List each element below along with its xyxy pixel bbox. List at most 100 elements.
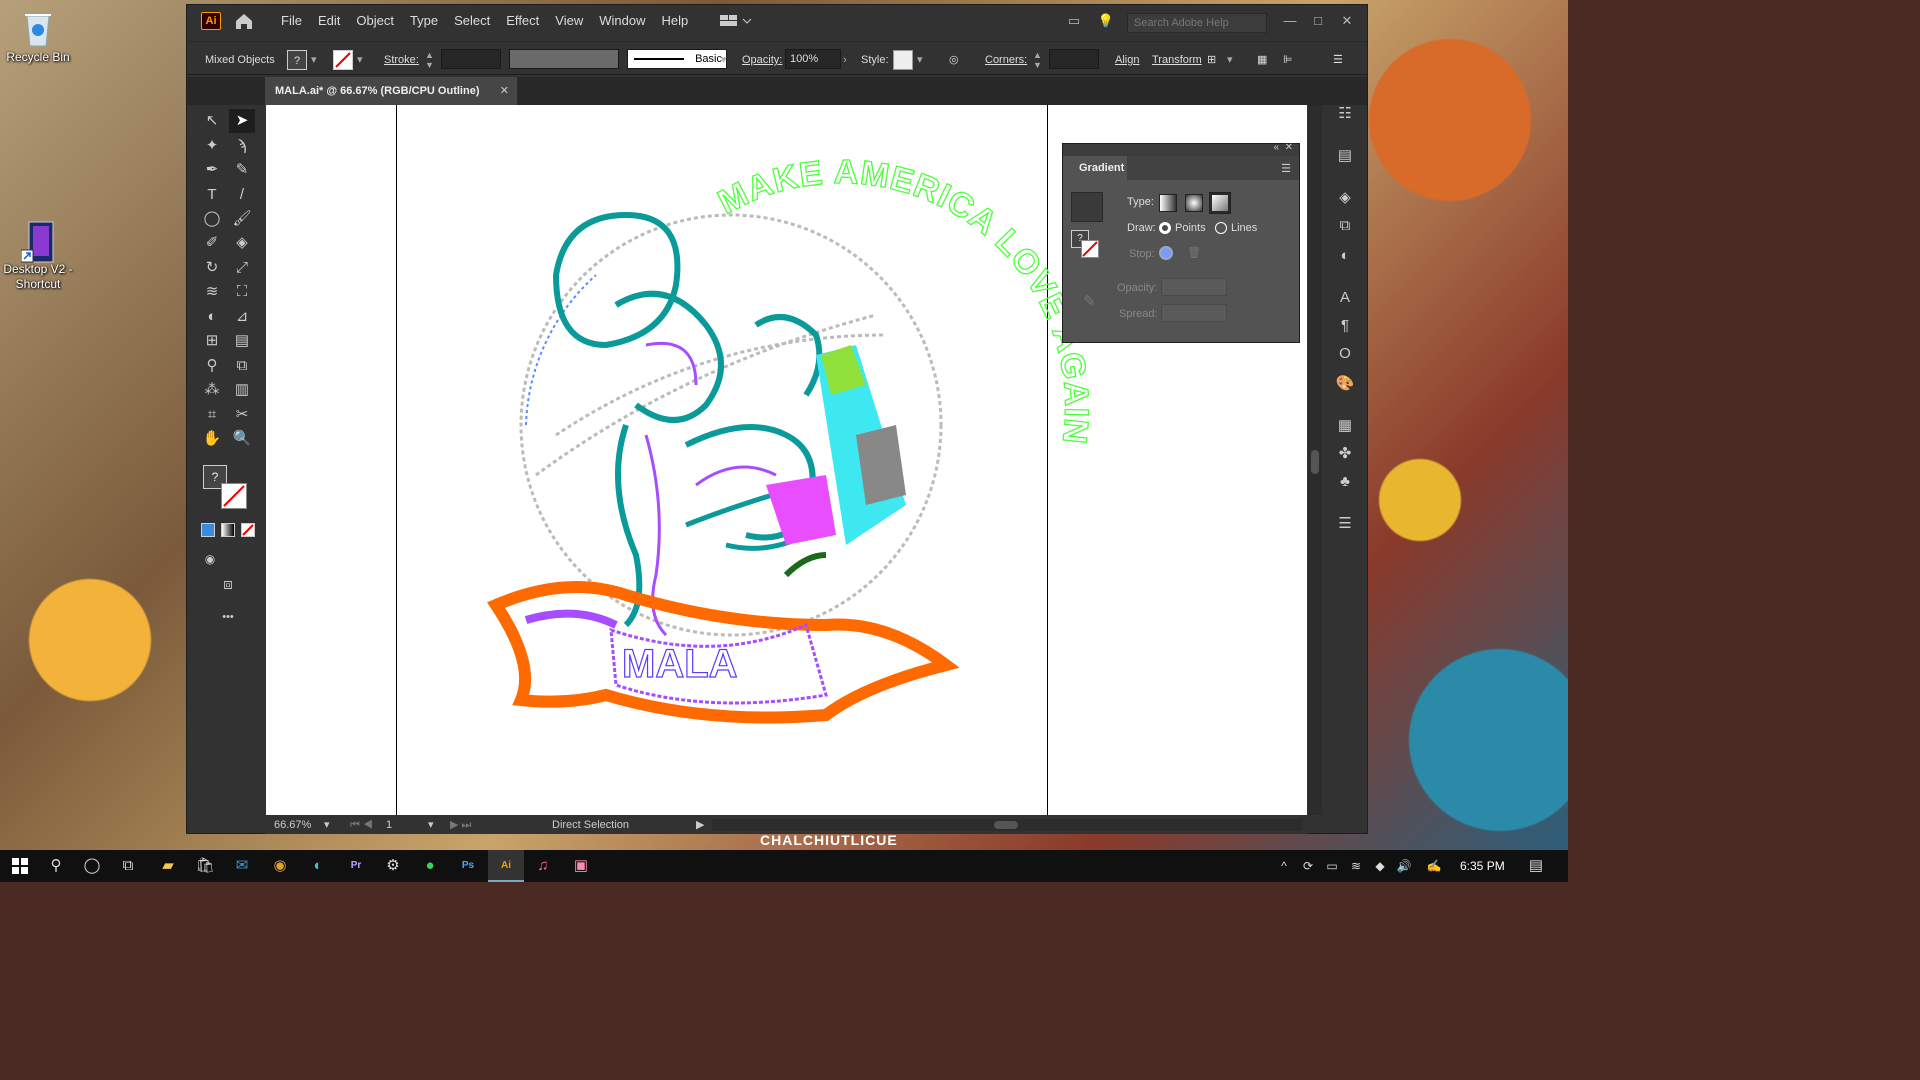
task-view-icon[interactable]: ⧉ (110, 850, 146, 882)
paintbrush-tool-icon[interactable]: 🖌 (229, 207, 255, 231)
search-adobe-help-input[interactable]: Search Adobe Help (1127, 13, 1267, 33)
menu-select[interactable]: Select (446, 5, 498, 37)
windows-start-icon[interactable] (2, 850, 38, 882)
character-icon[interactable]: A (1334, 287, 1356, 309)
vertical-scrollbar[interactable] (1308, 105, 1322, 815)
stroke-weight-input[interactable] (441, 49, 501, 69)
menu-object[interactable]: Object (348, 5, 402, 37)
close-button[interactable]: ✕ (1332, 5, 1362, 37)
selection-tool-icon[interactable]: ↖ (199, 109, 225, 133)
warp-tool-icon[interactable]: ≋ (199, 280, 225, 304)
maximize-button[interactable]: □ (1303, 5, 1333, 37)
zoom-level[interactable]: 66.67% (274, 816, 311, 834)
fill-swatch[interactable]: ? (287, 50, 307, 70)
opacity-label[interactable]: Opacity: (742, 50, 782, 70)
freeform-gradient-button[interactable] (1209, 192, 1231, 214)
menu-type[interactable]: Type (402, 5, 446, 37)
mail-icon[interactable]: ✉ (224, 850, 260, 882)
align-panel-icon[interactable]: ▤ (1334, 145, 1356, 167)
scale-tool-icon[interactable]: ⤢ (229, 256, 255, 280)
eyedropper-tool-icon[interactable]: ⚲ (199, 354, 225, 378)
symbol-sprayer-tool-icon[interactable]: ⁂ (199, 378, 225, 402)
artboards-icon[interactable]: ⧉ (1334, 215, 1356, 237)
pen-tool-icon[interactable]: ✒ (199, 158, 225, 182)
distribute-icon[interactable]: ⊫ (1283, 50, 1293, 70)
artboard-nav-next-icon[interactable]: ▶ ⏭ (450, 816, 471, 834)
shaper-tool-icon[interactable]: ✐ (199, 231, 225, 255)
panel-menu-icon[interactable]: ☰ (1333, 50, 1343, 70)
brush-definition-dropdown[interactable]: Basic (627, 49, 727, 69)
radial-gradient-button[interactable] (1185, 194, 1203, 212)
panel-menu-icon[interactable]: ☰ (1334, 513, 1356, 535)
corners-label[interactable]: Corners: (985, 50, 1027, 70)
gradient-panel-tab[interactable]: Gradient (1063, 156, 1127, 180)
properties-icon[interactable]: ☷ (1334, 103, 1356, 125)
recolor-artwork-icon[interactable]: ◎ (949, 50, 959, 70)
linear-gradient-button[interactable] (1159, 194, 1177, 212)
chrome-icon[interactable]: ◉ (262, 850, 298, 882)
menu-view[interactable]: View (547, 5, 591, 37)
stroke-weight-stepper-icon[interactable]: ▲ ▼ (425, 50, 434, 70)
stroke-swatch[interactable] (333, 50, 353, 70)
layers-icon[interactable]: ◈ (1334, 187, 1356, 209)
tab-close-icon[interactable]: ✕ (500, 77, 509, 105)
links-icon[interactable]: ▦ (1334, 415, 1356, 437)
brushes-icon[interactable]: ✤ (1334, 443, 1356, 465)
chevron-down-icon[interactable]: ▾ (357, 50, 363, 70)
cortana-icon[interactable]: ◯ (74, 850, 110, 882)
stroke-color-box[interactable] (221, 483, 247, 509)
scroll-thumb[interactable] (994, 821, 1018, 829)
store-icon[interactable]: 🛍 (187, 850, 223, 882)
chevron-down-icon[interactable]: ▾ (428, 816, 434, 834)
lasso-tool-icon[interactable]: ϡ (229, 134, 255, 158)
gradient-preview-swatch[interactable] (1071, 192, 1103, 222)
chevron-down-icon[interactable]: ▾ (917, 50, 923, 70)
gradient-stroke-swatch[interactable] (1081, 240, 1099, 258)
itunes-icon[interactable]: ♫ (525, 850, 561, 882)
panel-options-icon[interactable]: ☰ (1281, 162, 1291, 175)
graphic-style-swatch[interactable] (893, 50, 913, 70)
discover-lightbulb-icon[interactable]: 💡 (1091, 5, 1121, 37)
menu-window[interactable]: Window (591, 5, 653, 37)
edit-toolbar-icon[interactable]: ••• (215, 605, 241, 629)
chevron-down-icon[interactable]: ▾ (324, 816, 330, 834)
document-tab[interactable]: MALA.ai* @ 66.67% (RGB/CPU Outline) ✕ (265, 77, 517, 105)
zoom-tool-icon[interactable]: 🔍 (229, 427, 255, 451)
gradient-mode-button[interactable] (221, 523, 235, 537)
illustrator-taskbar-icon[interactable]: Ai (488, 850, 524, 882)
column-graph-tool-icon[interactable]: ▥ (229, 378, 255, 402)
variable-width-profile[interactable] (509, 49, 619, 69)
none-mode-button[interactable] (241, 523, 255, 537)
perspective-grid-tool-icon[interactable]: ⊿ (229, 305, 255, 329)
gradient-tool-icon[interactable]: ▤ (229, 329, 255, 353)
stroke-label[interactable]: Stroke: (384, 50, 419, 70)
workspace-switcher-icon[interactable] (718, 11, 754, 31)
edge-icon[interactable]: ◐ (300, 850, 336, 882)
isolate-icon[interactable]: ⊞ (1207, 50, 1216, 70)
arrange-icon[interactable]: ▦ (1257, 50, 1267, 70)
search-icon[interactable]: ⚲ (38, 850, 74, 882)
chevron-down-icon[interactable]: ▾ (311, 50, 317, 70)
direct-selection-tool-icon[interactable]: ➤ (229, 109, 255, 133)
menu-file[interactable]: File (273, 5, 310, 37)
chevron-right-icon[interactable]: › (843, 50, 847, 70)
appearance-icon[interactable]: ◐ (1334, 245, 1356, 267)
chevron-right-icon[interactable]: ▶ (696, 816, 704, 834)
ellipse-tool-icon[interactable]: ◯ (199, 207, 225, 231)
artboard-nav-prev-icon[interactable]: ⏮ ◀ (350, 816, 373, 834)
chevron-down-icon[interactable]: ▾ (721, 50, 727, 70)
corners-stepper-icon[interactable]: ▲ ▼ (1033, 50, 1042, 70)
file-explorer-icon[interactable]: ▰ (150, 850, 186, 882)
spotify-icon[interactable]: ● (412, 850, 448, 882)
draw-normal-icon[interactable]: ◉ (197, 547, 223, 571)
rotate-tool-icon[interactable]: ↻ (199, 256, 225, 280)
menu-help[interactable]: Help (653, 5, 696, 37)
action-center-icon[interactable]: ▤ (1518, 850, 1554, 882)
magic-wand-tool-icon[interactable]: ✦ (199, 134, 225, 158)
scroll-thumb[interactable] (1311, 450, 1319, 474)
desktop-icon-recycle-bin[interactable]: Recycle Bin (0, 8, 76, 65)
pen-workspace-icon[interactable]: ✍ (1416, 850, 1452, 882)
desktop-icon-shortcut[interactable]: Desktop V2 - Shortcut (0, 220, 76, 292)
points-radio[interactable] (1159, 222, 1171, 234)
shape-builder-tool-icon[interactable]: ◐ (199, 305, 225, 329)
